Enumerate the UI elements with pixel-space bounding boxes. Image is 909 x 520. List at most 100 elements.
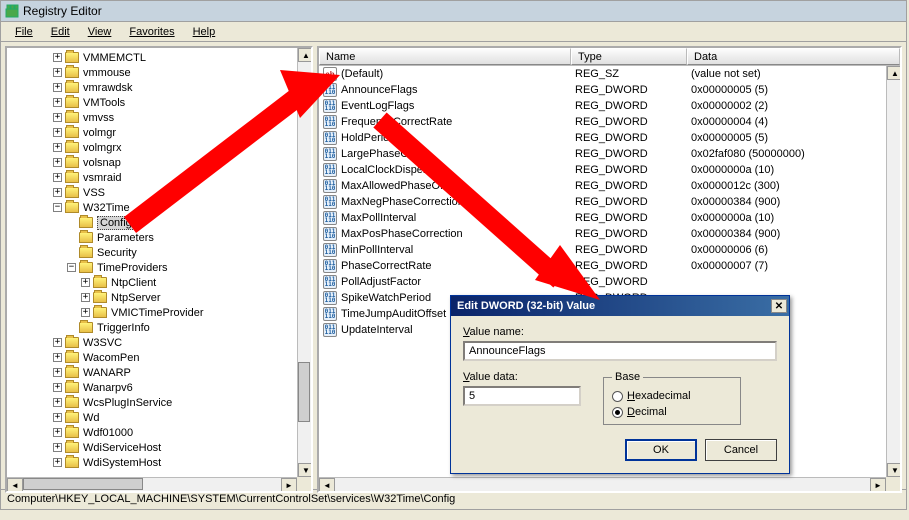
tree-item[interactable]: +WdiServiceHost — [7, 440, 311, 455]
value-row[interactable]: 011110LargePhaseOffsetREG_DWORD0x02faf08… — [319, 146, 886, 162]
hscroll-right[interactable]: ► — [281, 478, 297, 492]
expand-icon[interactable]: + — [53, 188, 62, 197]
expand-icon[interactable]: + — [53, 458, 62, 467]
expand-icon[interactable]: + — [53, 128, 62, 137]
value-row[interactable]: 011110MaxPosPhaseCorrectionREG_DWORD0x00… — [319, 226, 886, 242]
list-vscroll[interactable]: ▲ ▼ — [886, 66, 900, 477]
list-vscroll-up[interactable]: ▲ — [887, 66, 902, 80]
tree-item[interactable]: +vmmouse — [7, 65, 311, 80]
tree-vscroll[interactable]: ▲ ▼ — [297, 48, 311, 477]
menu-view[interactable]: View — [80, 24, 120, 40]
radio-decimal[interactable] — [612, 407, 623, 418]
expand-icon[interactable]: + — [53, 53, 62, 62]
expand-icon[interactable]: + — [81, 308, 90, 317]
column-type[interactable]: Type — [571, 48, 687, 65]
expand-icon[interactable]: + — [53, 443, 62, 452]
radio-dec-row[interactable]: Decimal — [612, 406, 732, 418]
menu-help[interactable]: Help — [185, 24, 224, 40]
tree-item[interactable]: +volmgrx — [7, 140, 311, 155]
tree-item[interactable]: +vsmraid — [7, 170, 311, 185]
list-hscroll-left[interactable]: ◄ — [319, 478, 335, 492]
value-row[interactable]: 011110MaxPollIntervalREG_DWORD0x0000000a… — [319, 210, 886, 226]
list-hscroll-track[interactable] — [335, 478, 870, 491]
tree-item[interactable]: Config — [7, 215, 311, 230]
ok-button[interactable]: OK — [625, 439, 697, 461]
expand-icon[interactable]: + — [53, 353, 62, 362]
tree-item[interactable]: +NtpClient — [7, 275, 311, 290]
tree-item[interactable]: +VSS — [7, 185, 311, 200]
expand-icon[interactable]: + — [53, 68, 62, 77]
value-data-input[interactable] — [463, 386, 581, 406]
list-vscroll-down[interactable]: ▼ — [887, 463, 902, 477]
vscroll-track[interactable] — [298, 62, 311, 463]
expand-icon[interactable]: + — [53, 338, 62, 347]
tree-item[interactable]: +WdiSystemHost — [7, 455, 311, 470]
hscroll-thumb[interactable] — [23, 478, 143, 490]
radio-hex-row[interactable]: Hexadecimal — [612, 390, 732, 402]
tree-item[interactable]: TriggerInfo — [7, 320, 311, 335]
menu-edit[interactable]: Edit — [43, 24, 78, 40]
expand-icon[interactable]: + — [53, 98, 62, 107]
menu-favorites[interactable]: Favorites — [121, 24, 182, 40]
value-row[interactable]: 011110EventLogFlagsREG_DWORD0x00000002 (… — [319, 98, 886, 114]
value-row[interactable]: 011110LocalClockDispersionREG_DWORD0x000… — [319, 162, 886, 178]
tree-item[interactable]: +WacomPen — [7, 350, 311, 365]
list-hscroll[interactable]: ◄ ► — [319, 477, 886, 491]
expand-icon[interactable]: + — [53, 113, 62, 122]
dialog-title-bar[interactable]: Edit DWORD (32-bit) Value ✕ — [451, 296, 789, 316]
tree-item[interactable]: +volsnap — [7, 155, 311, 170]
vscroll-down[interactable]: ▼ — [298, 463, 313, 477]
cancel-button[interactable]: Cancel — [705, 439, 777, 461]
tree-item[interactable]: +vmvss — [7, 110, 311, 125]
expand-icon[interactable]: + — [81, 278, 90, 287]
column-data[interactable]: Data — [687, 48, 900, 65]
expand-icon[interactable]: + — [81, 293, 90, 302]
value-row[interactable]: ab(Default)REG_SZ(value not set) — [319, 66, 886, 82]
value-row[interactable]: 011110PhaseCorrectRateREG_DWORD0x0000000… — [319, 258, 886, 274]
close-icon[interactable]: ✕ — [771, 299, 787, 313]
expand-icon[interactable]: + — [53, 368, 62, 377]
collapse-icon[interactable]: − — [67, 263, 76, 272]
value-row[interactable]: 011110FrequencyCorrectRateREG_DWORD0x000… — [319, 114, 886, 130]
tree-item[interactable]: +WANARP — [7, 365, 311, 380]
tree-item[interactable]: +Wd — [7, 410, 311, 425]
hscroll-left[interactable]: ◄ — [7, 478, 23, 492]
tree-item[interactable]: Parameters — [7, 230, 311, 245]
collapse-icon[interactable]: − — [53, 203, 62, 212]
expand-icon[interactable]: + — [53, 398, 62, 407]
menu-file[interactable]: File — [7, 24, 41, 40]
radio-hex[interactable] — [612, 391, 623, 402]
list-hscroll-right[interactable]: ► — [870, 478, 886, 492]
column-name[interactable]: Name — [319, 48, 571, 65]
expand-icon[interactable]: + — [53, 413, 62, 422]
vscroll-thumb[interactable] — [298, 362, 310, 422]
tree-item[interactable]: +volmgr — [7, 125, 311, 140]
tree-item[interactable]: +Wanarpv6 — [7, 380, 311, 395]
tree-item[interactable]: +Wdf01000 — [7, 425, 311, 440]
tree-item[interactable]: Security — [7, 245, 311, 260]
tree-item[interactable]: +VMICTimeProvider — [7, 305, 311, 320]
value-row[interactable]: 011110MaxAllowedPhaseOffsetREG_DWORD0x00… — [319, 178, 886, 194]
expand-icon[interactable]: + — [53, 173, 62, 182]
value-row[interactable]: 011110PollAdjustFactorREG_DWORD — [319, 274, 886, 290]
tree-hscroll[interactable]: ◄ ► — [7, 477, 297, 491]
tree-item[interactable]: −TimeProviders — [7, 260, 311, 275]
tree[interactable]: +VMMEMCTL+vmmouse+vmrawdsk+VMTools+vmvss… — [7, 48, 311, 477]
tree-item[interactable]: +vmrawdsk — [7, 80, 311, 95]
value-row[interactable]: 011110AnnounceFlagsREG_DWORD0x00000005 (… — [319, 82, 886, 98]
tree-item[interactable]: +VMTools — [7, 95, 311, 110]
tree-item[interactable]: +VMMEMCTL — [7, 50, 311, 65]
expand-icon[interactable]: + — [53, 143, 62, 152]
value-row[interactable]: 011110MinPollIntervalREG_DWORD0x00000006… — [319, 242, 886, 258]
list-vscroll-track[interactable] — [887, 80, 900, 463]
vscroll-up[interactable]: ▲ — [298, 48, 313, 62]
title-bar[interactable]: Registry Editor — [0, 0, 907, 22]
tree-item[interactable]: −W32Time — [7, 200, 311, 215]
expand-icon[interactable]: + — [53, 383, 62, 392]
tree-item[interactable]: +WcsPlugInService — [7, 395, 311, 410]
value-name-input[interactable] — [463, 341, 777, 361]
value-row[interactable]: 011110MaxNegPhaseCorrectionREG_DWORD0x00… — [319, 194, 886, 210]
expand-icon[interactable]: + — [53, 428, 62, 437]
tree-item[interactable]: +NtpServer — [7, 290, 311, 305]
expand-icon[interactable]: + — [53, 83, 62, 92]
